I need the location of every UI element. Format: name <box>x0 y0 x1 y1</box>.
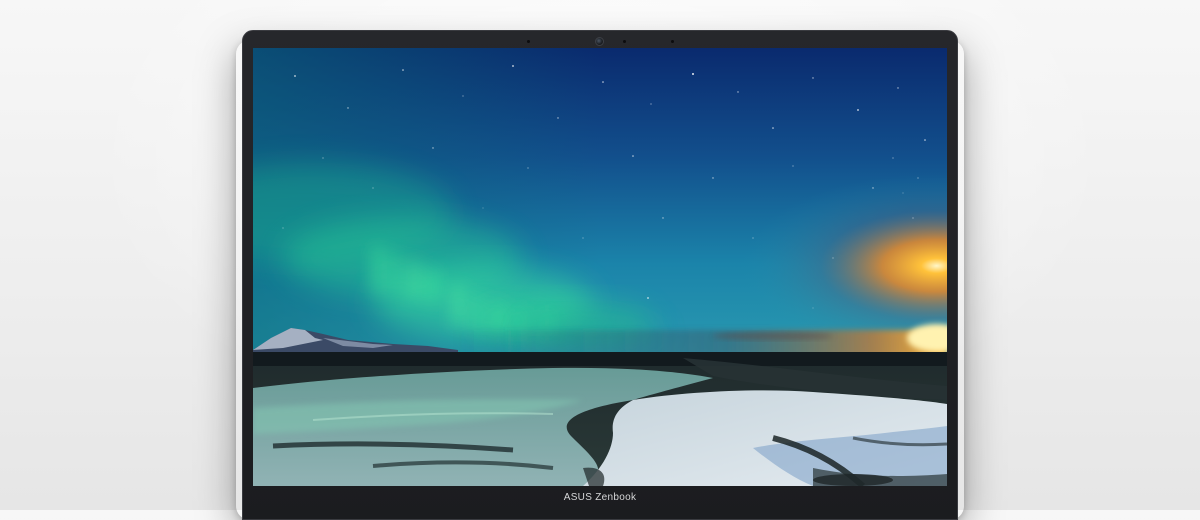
wallpaper-image <box>253 48 947 486</box>
sensor-dot-icon <box>623 40 626 43</box>
webcam-icon <box>595 37 604 46</box>
sensor-dot-icon <box>527 40 530 43</box>
brand-logo: ASUS Zenbook <box>563 492 637 503</box>
camera-strip <box>243 31 957 49</box>
laptop-screen <box>253 48 947 486</box>
laptop-lid: ASUS Zenbook <box>242 30 958 520</box>
sensor-dot-icon <box>671 40 674 43</box>
